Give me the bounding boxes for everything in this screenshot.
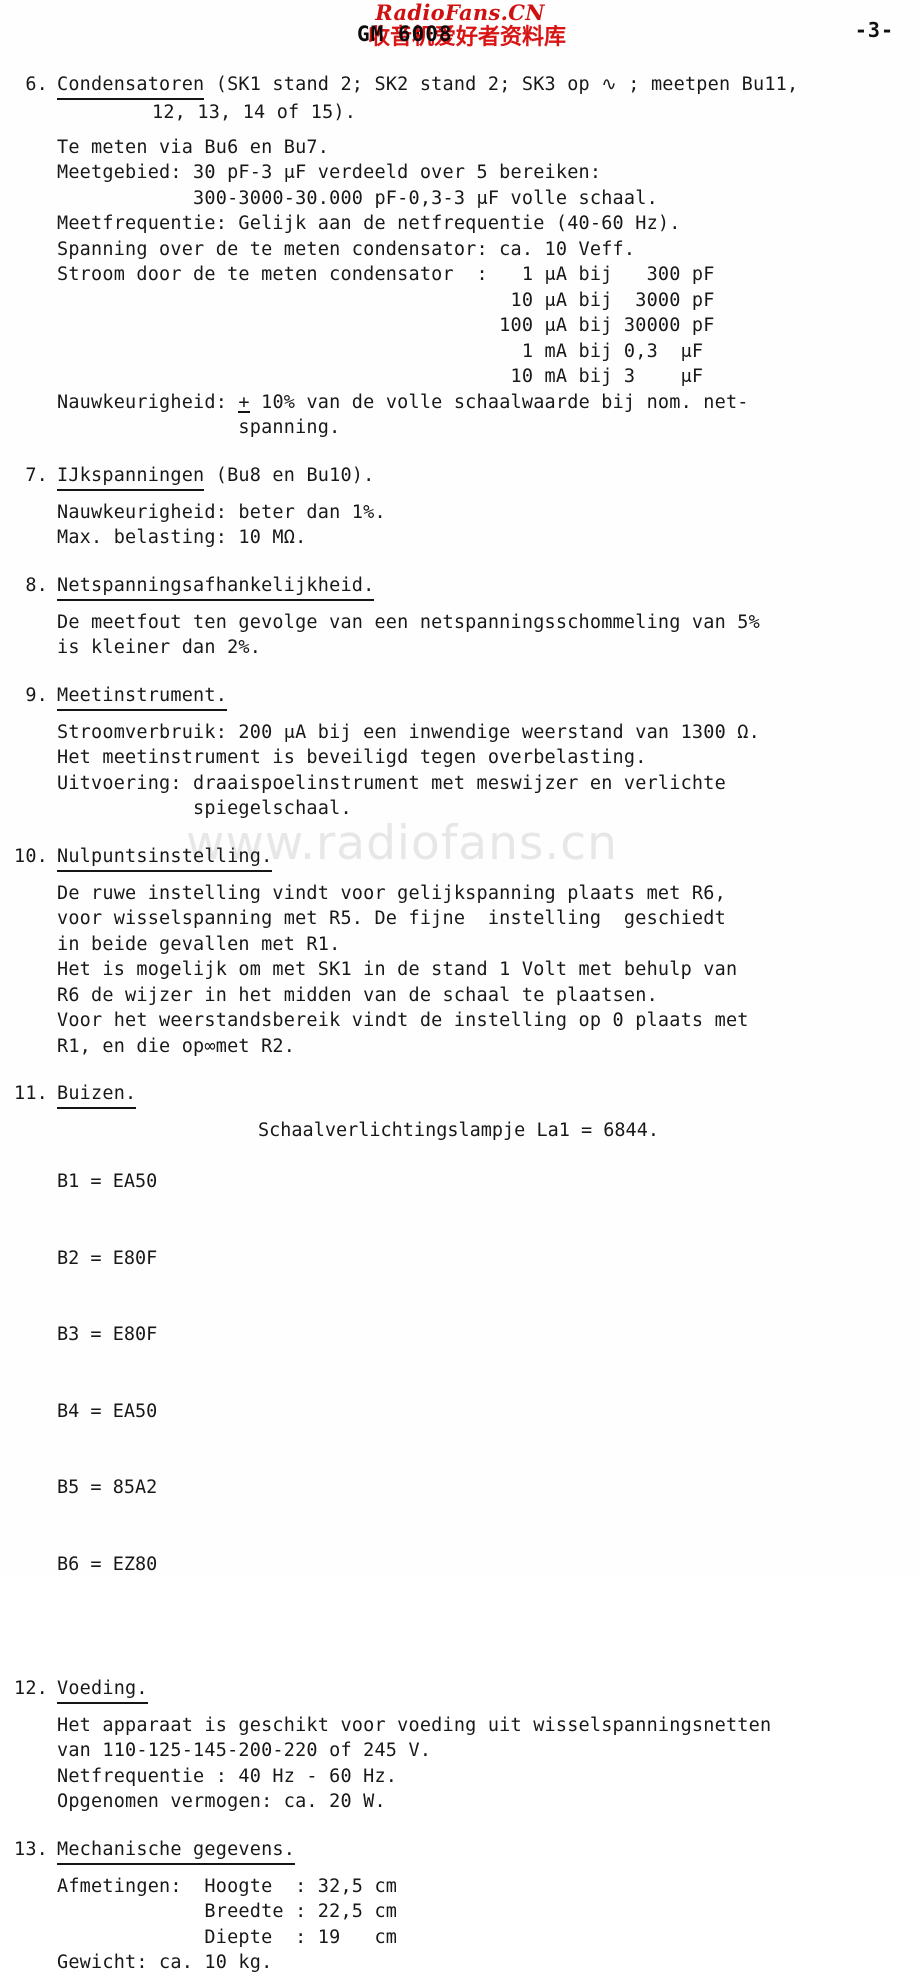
tube-row: B5 = 85A2 <box>57 1477 158 1498</box>
section-heading: 6. Condensatoren (SK1 stand 2; SK2 stand… <box>0 72 920 100</box>
text-line: R6 de wijzer in het midden van de schaal… <box>57 984 658 1006</box>
text-line: Max. belasting: 10 MΩ. <box>57 527 307 548</box>
text-line: R1, en die op∞met R2. <box>57 1035 296 1057</box>
plus-minus-symbol: + <box>238 391 250 413</box>
text-line: Gewicht: ca. 10 kg. <box>57 1952 273 1973</box>
section-title: Voeding. <box>57 1676 148 1704</box>
text-line: Voor het weerstandsbereik vindt de inste… <box>57 1010 749 1031</box>
tube-row: B2 = E80F <box>57 1247 158 1269</box>
tube-row: B4 = EA50 <box>57 1400 158 1422</box>
text-line: 1 mA bij 0,3 μF <box>57 340 704 362</box>
section-heading: 10. Nulpuntsinstelling. <box>0 844 920 872</box>
text-line: De ruwe instelling vindt voor gelijkspan… <box>57 882 726 904</box>
watermark-chinese-text: 收音机爱好者资料库 <box>367 25 566 50</box>
section-heading: 8. Netspanningsafhankelijkheid. <box>0 573 920 601</box>
text-line: Het apparaat is geschikt voor voeding ui… <box>57 1714 772 1736</box>
section-title: Nulpuntsinstelling. <box>57 844 273 872</box>
section-heading: 11. Buizen. <box>0 1081 920 1109</box>
tube-row: B6 = EZ80 <box>57 1553 158 1575</box>
section-number: 7. <box>25 464 48 486</box>
page-number: -3- <box>854 18 894 42</box>
section-heading-rest: (Bu8 en Bu10). <box>204 464 375 486</box>
document-body: 6. Condensatoren (SK1 stand 2; SK2 stand… <box>0 72 920 1976</box>
tube-row: B3 = E80F <box>57 1324 158 1345</box>
text-line: Het is mogelijk om met SK1 in de stand 1… <box>57 959 738 980</box>
text-line: Uitvoering: draaispoelinstrument met mes… <box>57 772 726 794</box>
section-title: IJkspanningen <box>57 463 205 491</box>
text-line: spiegelschaal. <box>57 798 352 819</box>
text-line: Opgenomen vermogen: ca. 20 W. <box>57 1791 386 1812</box>
text-line: in beide gevallen met R1. <box>57 933 341 955</box>
tube-list: B1 = EA50 B2 = E80F B3 = E80F B4 = EA50 … <box>0 1118 920 1654</box>
text-line: 10 mA bij 3 μF <box>57 366 704 387</box>
section-netspanningsafhankelijkheid: 8. Netspanningsafhankelijkheid. De meetf… <box>0 573 920 661</box>
section-nulpuntsinstelling: 10. Nulpuntsinstelling. De ruwe instelli… <box>0 844 920 1060</box>
section-ijkspanningen: 7. IJkspanningen (Bu8 en Bu10). Nauwkeur… <box>0 463 920 551</box>
text-line: Afmetingen: Hoogte : 32,5 cm <box>57 1875 398 1897</box>
section-number: 13. <box>13 1838 48 1860</box>
text-line: voor wisselspanning met R5. De fijne ins… <box>57 908 726 929</box>
watermark-radiofans-text: RadioFans.CN <box>375 0 545 25</box>
document-title: GM 6008 <box>357 22 453 46</box>
section-title: Buizen. <box>57 1081 137 1109</box>
section-title: Netspanningsafhankelijkheid. <box>57 573 375 601</box>
section-condensatoren: 6. Condensatoren (SK1 stand 2; SK2 stand… <box>0 72 920 441</box>
text-line: Diepte : 19 cm <box>57 1926 398 1948</box>
text-line: Het meetinstrument is beveiligd tegen ov… <box>57 747 647 768</box>
lamp-note: Schaalverlichtingslampje La1 = 6844. <box>258 1120 659 1141</box>
section-heading: 13. Mechanische gegevens. <box>0 1837 920 1865</box>
text-line: Breedte : 22,5 cm <box>57 1901 398 1922</box>
section-number: 9. <box>25 684 48 706</box>
section-number: 12. <box>13 1677 48 1699</box>
text-line: Meetgebied: 30 pF-3 μF verdeeld over 5 b… <box>57 162 602 183</box>
document-page: RadioFans.CN 收音机爱好者资料库 GM 6008 -3- www.r… <box>0 0 920 1973</box>
tube-row: B1 = EA50 <box>57 1171 158 1192</box>
text-line: Stroom door de te meten condensator : 1 … <box>57 264 715 285</box>
section-buizen: 11. Buizen. B1 = EA50 B2 = E80F B3 = E80… <box>0 1081 920 1654</box>
section-title: Meetinstrument. <box>57 683 228 711</box>
text-line: 300-3000-30.000 pF-0,3-3 μF volle schaal… <box>57 187 658 209</box>
section-title: Mechanische gegevens. <box>57 1837 296 1865</box>
section-heading-line2: 12, 13, 14 of 15). <box>152 102 357 123</box>
text-line: Te meten via Bu6 en Bu7. <box>57 136 330 158</box>
accuracy-line-2: spanning. <box>57 417 341 438</box>
text-line: Meetfrequentie: Gelijk aan de netfrequen… <box>57 213 681 234</box>
section-heading: 9. Meetinstrument. <box>0 683 920 711</box>
text-line: 100 μA bij 30000 pF <box>57 315 715 336</box>
accuracy-line: Nauwkeurigheid: + 10% van de volle schaa… <box>0 390 920 416</box>
text-line: is kleiner dan 2%. <box>57 637 262 658</box>
section-number: 10. <box>13 845 48 867</box>
accuracy-prefix: Nauwkeurigheid: <box>57 391 239 413</box>
section-voeding: 12. Voeding. Het apparaat is geschikt vo… <box>0 1676 920 1815</box>
accuracy-rest: 10% van de volle schaalwaarde bij nom. n… <box>249 391 749 413</box>
text-line: Nauwkeurigheid: beter dan 1%. <box>57 501 386 523</box>
section-number: 8. <box>25 574 48 596</box>
section-number: 6. <box>25 74 48 95</box>
text-line: 10 μA bij 3000 pF <box>57 289 715 311</box>
section-mechanische-gegevens: 13. Mechanische gegevens. Afmetingen: Ho… <box>0 1837 920 1976</box>
section-title: Condensatoren <box>57 72 205 100</box>
section-heading: 12. Voeding. <box>0 1676 920 1704</box>
text-line: Netfrequentie : 40 Hz - 60 Hz. <box>57 1765 398 1787</box>
watermark-top: RadioFans.CN 收音机爱好者资料库 <box>0 2 920 51</box>
text-line: van 110-125-145-200-220 of 245 V. <box>57 1740 432 1761</box>
text-line: De meetfout ten gevolge van een netspann… <box>57 611 760 633</box>
section-heading: 7. IJkspanningen (Bu8 en Bu10). <box>0 463 920 491</box>
section-heading-rest: (SK1 stand 2; SK2 stand 2; SK3 op ∿ ; me… <box>204 74 799 95</box>
section-meetinstrument: 9. Meetinstrument. Stroomverbruik: 200 μ… <box>0 683 920 822</box>
text-line: Stroomverbruik: 200 μA bij een inwendige… <box>57 721 760 743</box>
section-number: 11. <box>13 1083 48 1104</box>
text-line: Spanning over de te meten condensator: c… <box>57 238 636 260</box>
